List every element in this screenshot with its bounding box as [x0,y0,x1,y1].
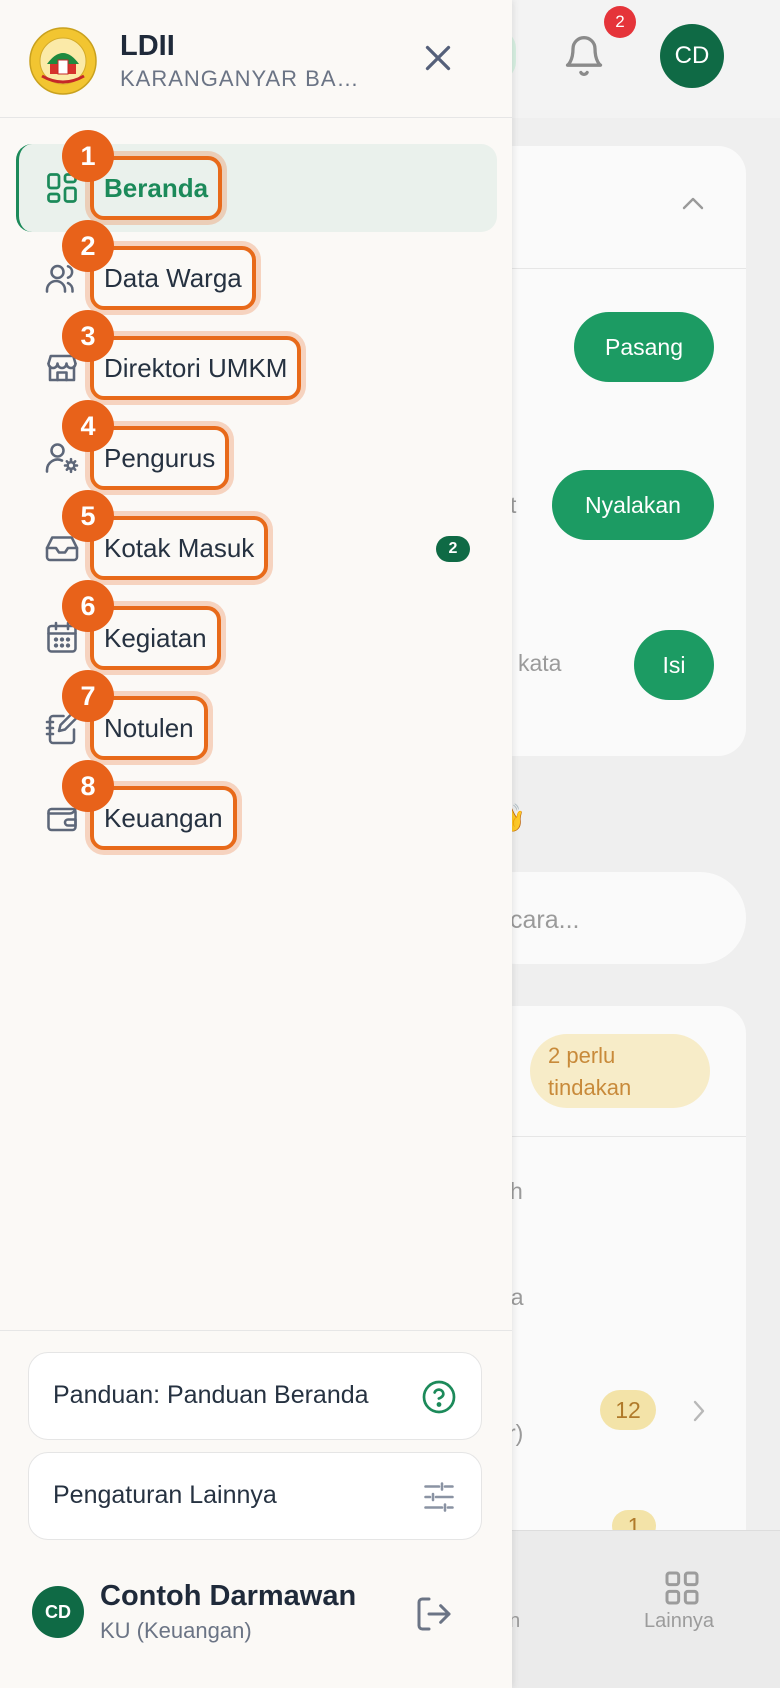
menu-item-kegiatan[interactable]: Kegiatan 6 [0,580,512,684]
step-number-badge: 8 [62,760,114,812]
nav-label-lainnya[interactable]: Lainnya [644,1610,714,1633]
search-placeholder: cara... [510,906,580,934]
settings-button[interactable]: Pengaturan Lainnya [28,1452,482,1540]
drawer-menu: Beranda 1 Data Warga 2 Direktori UMKM 3 … [0,130,512,864]
user-avatar[interactable]: CD [32,1586,84,1638]
menu-item-label: Direktori UMKM [90,336,302,400]
bottom-nav [470,1530,780,1688]
chevron-right-icon[interactable] [692,1400,706,1422]
chevron-up-icon[interactable] [682,196,704,210]
logout-icon[interactable] [414,1594,454,1634]
navigation-drawer: LDII KARANGANYAR BARAT Beranda 1 Data Wa… [0,0,512,1688]
count-badge: 12 [600,1390,656,1430]
menu-item-direktori-umkm[interactable]: Direktori UMKM 3 [0,310,512,414]
menu-item-notulen[interactable]: Notulen 7 [0,670,512,774]
guide-button[interactable]: Panduan: Panduan Beranda [28,1352,482,1440]
menu-item-pengurus[interactable]: Pengurus 4 [0,400,512,504]
help-circle-icon [422,1380,456,1414]
unread-count-badge: 2 [436,536,470,562]
divider [0,1330,512,1331]
notification-badge: 2 [604,6,636,38]
user-name: Contoh Darmawan [100,1580,357,1612]
guide-label: Panduan: Panduan Beranda [53,1381,369,1409]
menu-item-keuangan[interactable]: Keuangan 8 [0,760,512,864]
grid-icon[interactable] [662,1568,702,1608]
drawer-header: LDII KARANGANYAR BARAT [0,0,512,118]
settings-label: Pengaturan Lainnya [53,1481,277,1509]
ldii-logo [29,27,97,95]
menu-item-label: Data Warga [90,246,256,310]
org-subtitle: KARANGANYAR BARAT [120,66,370,91]
step-number-badge: 2 [62,220,114,272]
sliders-icon [424,1482,454,1512]
nyalakan-button[interactable]: Nyalakan [552,470,714,540]
menu-item-label: Kotak Masuk [90,516,269,580]
step-number-badge: 4 [62,400,114,452]
pending-tag: 2 perlu tindakan [530,1034,710,1108]
user-role: KU (Keuangan) [100,1618,252,1643]
header-avatar[interactable]: CD [660,24,724,88]
menu-item-data-warga[interactable]: Data Warga 2 [0,220,512,324]
close-icon[interactable] [420,40,456,76]
menu-item-kotak-masuk[interactable]: Kotak Masuk 5 2 [0,490,512,594]
isi-button[interactable]: Isi [634,630,714,700]
step-number-badge: 3 [62,310,114,362]
pasang-button[interactable]: Pasang [574,312,714,382]
text-fragment: kata [518,650,562,676]
step-number-badge: 5 [62,490,114,542]
step-number-badge: 7 [62,670,114,722]
bell-icon[interactable] [562,34,606,78]
org-name: LDII [120,30,175,62]
step-number-badge: 1 [62,130,114,182]
step-number-badge: 6 [62,580,114,632]
menu-item-beranda[interactable]: Beranda 1 [0,130,512,234]
